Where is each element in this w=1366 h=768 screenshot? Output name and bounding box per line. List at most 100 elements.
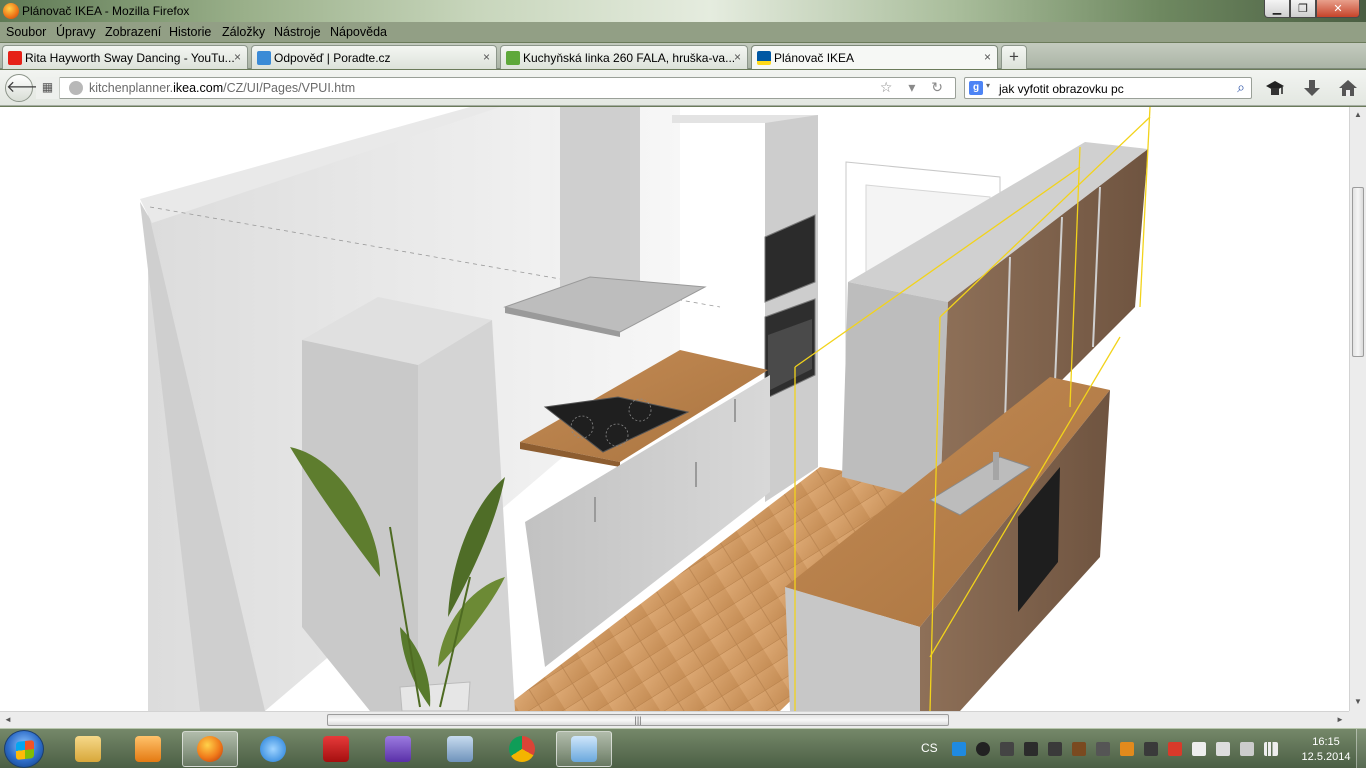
tab-close-icon[interactable]: × xyxy=(984,50,991,64)
firefox-icon xyxy=(197,736,223,762)
taskbar-internet-explorer[interactable] xyxy=(245,731,301,767)
visual-studio-icon xyxy=(385,736,411,762)
horizontal-scrollbar[interactable]: ◄ ||| ► xyxy=(0,711,1349,728)
tab-kuchynska-linka[interactable]: Kuchyňská linka 260 FALA, hruška-va... × xyxy=(500,45,748,69)
menu-help[interactable]: Nápověda xyxy=(330,25,387,39)
tray-app-icon[interactable] xyxy=(1096,742,1110,756)
google-icon[interactable]: g xyxy=(969,81,983,95)
window-titlebar: Plánovač IKEA - Mozilla Firefox ▁ ❐ ✕ xyxy=(0,0,1366,22)
range-hood-chimney xyxy=(560,107,640,302)
menu-file[interactable]: Soubor xyxy=(6,25,46,39)
folder-icon xyxy=(75,736,101,762)
scroll-down-arrow[interactable]: ▼ xyxy=(1350,694,1366,710)
menu-tools[interactable]: Nástroje xyxy=(274,25,321,39)
tray-app-icon[interactable] xyxy=(1192,742,1206,756)
wall-cabinet-side xyxy=(842,282,948,502)
tray-app-icon[interactable] xyxy=(1144,742,1158,756)
mortarboard-icon[interactable] xyxy=(1265,79,1285,97)
menu-edit[interactable]: Úpravy xyxy=(56,25,96,39)
calculator-icon xyxy=(447,736,473,762)
window-title: Plánovač IKEA - Mozilla Firefox xyxy=(22,4,190,18)
taskbar-media-player[interactable] xyxy=(120,731,176,767)
search-input[interactable]: jak vyfotit obrazovku pc xyxy=(999,82,1124,96)
tab-youtube[interactable]: Rita Hayworth Sway Dancing - YouTu... × xyxy=(2,45,248,69)
minimize-button[interactable]: ▁ xyxy=(1264,0,1290,18)
tab-label: Plánovač IKEA xyxy=(774,51,855,65)
chevron-down-icon[interactable]: ▾ xyxy=(986,81,990,90)
taskbar-acrobat[interactable] xyxy=(308,731,364,767)
kitchen-3d-scene[interactable] xyxy=(0,107,1349,711)
faucet xyxy=(993,452,999,480)
clock-time: 16:15 xyxy=(1312,736,1340,748)
leaf-icon xyxy=(506,51,520,65)
firefox-icon xyxy=(3,3,19,19)
tray-app-icon[interactable] xyxy=(1120,742,1134,756)
scroll-left-arrow[interactable]: ◄ xyxy=(0,712,16,728)
youtube-icon xyxy=(8,51,22,65)
close-window-button[interactable]: ✕ xyxy=(1316,0,1360,18)
windows-taskbar: CS 16:15 12.5.2014 xyxy=(0,728,1366,768)
menu-bookmarks[interactable]: Záložky xyxy=(222,25,265,39)
taskbar-explorer[interactable] xyxy=(60,731,116,767)
taskbar-calculator[interactable] xyxy=(432,731,488,767)
scroll-up-arrow[interactable]: ▲ xyxy=(1350,107,1366,123)
tray-app-icon[interactable] xyxy=(1024,742,1038,756)
vertical-scrollbar[interactable]: ▲ ▼ xyxy=(1349,107,1366,711)
tray-app-icon[interactable] xyxy=(1072,742,1086,756)
menu-view[interactable]: Zobrazení xyxy=(105,25,161,39)
taskbar-visual-studio[interactable] xyxy=(370,731,426,767)
back-button[interactable]: 🡐 xyxy=(5,74,49,102)
tab-groups-icon[interactable]: ▦ xyxy=(36,77,60,99)
language-indicator[interactable]: CS xyxy=(921,741,938,755)
menu-history[interactable]: Historie xyxy=(169,25,211,39)
menu-bar: Soubor Úpravy Zobrazení Historie Záložky… xyxy=(0,22,1366,42)
chrome-icon xyxy=(509,736,535,762)
clock-date: 12.5.2014 xyxy=(1301,751,1351,763)
taskbar-chrome[interactable] xyxy=(494,731,550,767)
url-bar[interactable]: ▦ kitchenplanner.ikea.com/CZ/UI/Pages/VP… xyxy=(36,77,956,99)
tab-bar: Rita Hayworth Sway Dancing - YouTu... × … xyxy=(0,43,1366,69)
kitchen-planner-3d-view[interactable] xyxy=(0,107,1349,711)
search-bar[interactable]: g ▾ jak vyfotit obrazovku pc ⌕ xyxy=(964,77,1252,99)
tray-app-icon[interactable] xyxy=(1168,742,1182,756)
tab-close-icon[interactable]: × xyxy=(483,50,490,64)
ikea-icon xyxy=(757,51,771,65)
plant-pot xyxy=(399,681,471,711)
show-desktop-button[interactable] xyxy=(1356,729,1366,768)
taskbar-firefox[interactable] xyxy=(182,731,238,767)
home-icon[interactable] xyxy=(1338,79,1358,97)
tab-close-icon[interactable]: × xyxy=(734,50,741,64)
signal-icon[interactable] xyxy=(1264,742,1278,756)
volume-icon[interactable] xyxy=(1240,742,1254,756)
media-player-icon xyxy=(135,736,161,762)
taskbar-paint[interactable] xyxy=(556,731,612,767)
tray-app-icon[interactable] xyxy=(1000,742,1014,756)
maximize-button[interactable]: ❐ xyxy=(1290,0,1316,18)
start-button[interactable] xyxy=(4,730,44,768)
paint-icon xyxy=(571,736,597,762)
tab-poradte[interactable]: Odpověď | Poradte.cz × xyxy=(251,45,497,69)
tab-label: Odpověď | Poradte.cz xyxy=(274,51,391,65)
acrobat-icon xyxy=(323,736,349,762)
windows-logo-icon xyxy=(16,740,34,760)
search-icon[interactable]: ⌕ xyxy=(1237,79,1245,96)
tab-label: Kuchyňská linka 260 FALA, hruška-va... xyxy=(523,51,736,65)
tray-app-icon[interactable] xyxy=(952,742,966,756)
scroll-right-arrow[interactable]: ► xyxy=(1332,712,1348,728)
bookmark-star-icon[interactable]: ☆ ▾ ↻ xyxy=(880,79,949,96)
globe-icon xyxy=(69,81,83,95)
page-icon xyxy=(257,51,271,65)
system-clock[interactable]: 16:15 12.5.2014 xyxy=(1300,735,1352,765)
internet-explorer-icon xyxy=(260,736,286,762)
new-tab-button[interactable]: + xyxy=(1001,45,1027,69)
vertical-scroll-thumb[interactable] xyxy=(1352,187,1364,357)
tray-app-icon[interactable] xyxy=(976,742,990,756)
tab-close-icon[interactable]: × xyxy=(234,50,241,64)
navigation-bar: 🡐 ▦ kitchenplanner.ikea.com/CZ/UI/Pages/… xyxy=(0,70,1366,106)
horizontal-scroll-thumb[interactable]: ||| xyxy=(327,714,949,726)
tray-app-icon[interactable] xyxy=(1048,742,1062,756)
download-icon[interactable] xyxy=(1303,79,1321,97)
network-icon[interactable] xyxy=(1216,742,1230,756)
url-text: kitchenplanner.ikea.com/CZ/UI/Pages/VPUI… xyxy=(89,81,356,95)
tab-ikea-planner[interactable]: Plánovač IKEA × xyxy=(751,45,998,69)
